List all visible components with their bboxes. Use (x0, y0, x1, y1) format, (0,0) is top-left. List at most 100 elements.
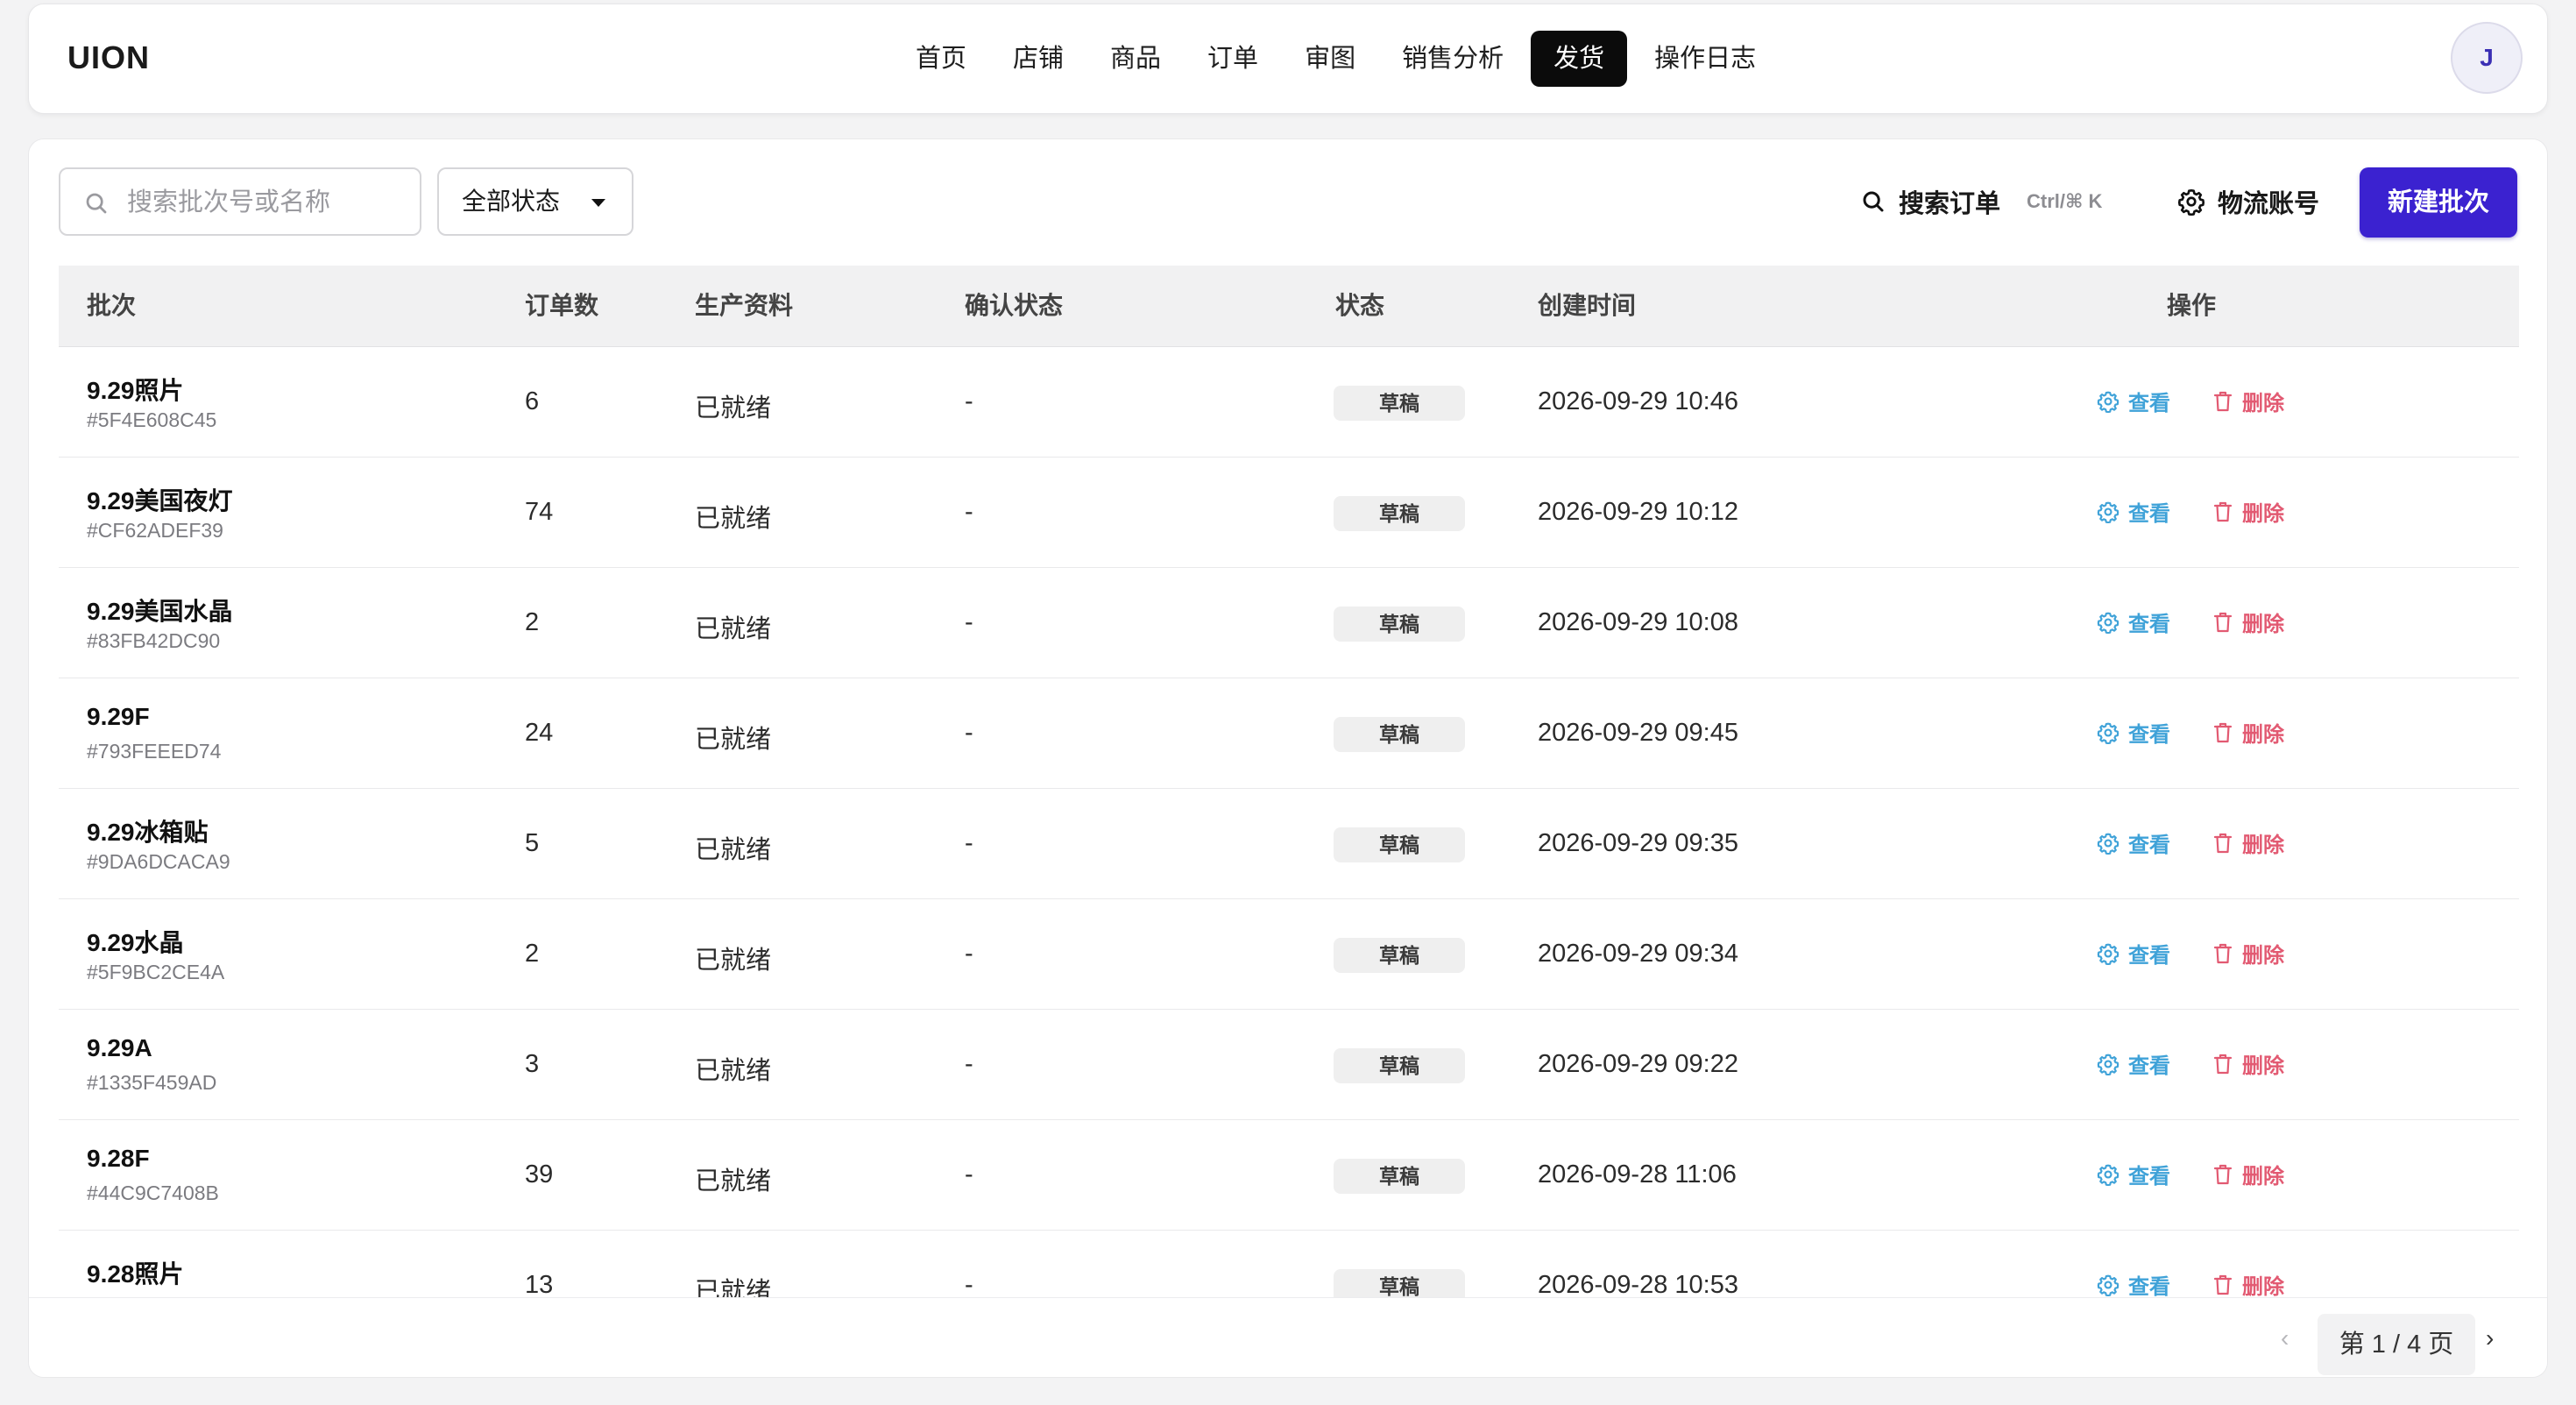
table-row[interactable]: 9.29照片 #5F4E608C45 6 已就绪 - 草稿 2026-09-29… (59, 347, 2519, 458)
nav-item[interactable]: 审图 (1285, 31, 1375, 87)
table-row[interactable]: 9.28F #44C9C7408B 39 已就绪 - 草稿 2026-09-28… (59, 1120, 2519, 1231)
trash-icon (2213, 501, 2233, 522)
table-row[interactable]: 9.29F #793FEEED74 24 已就绪 - 草稿 2026-09-29… (59, 678, 2519, 789)
view-label: 查看 (2128, 392, 2170, 415)
status-badge: 草稿 (1334, 607, 1465, 642)
delete-button[interactable]: 删除 (2212, 496, 2284, 527)
nav-item[interactable]: 店铺 (994, 31, 1083, 87)
view-label: 查看 (2128, 613, 2170, 636)
search-icon (86, 193, 107, 214)
view-label: 查看 (2128, 723, 2170, 747)
app-logo[interactable]: UION (67, 39, 150, 76)
header-confirm[interactable]: 确认状态 (965, 266, 1063, 346)
view-button[interactable]: 查看 (2097, 386, 2170, 416)
search-orders-label: 搜索订单 (1899, 190, 2001, 218)
delete-button[interactable]: 删除 (2212, 1048, 2284, 1079)
gear-icon (2177, 189, 2205, 216)
view-label: 查看 (2128, 944, 2170, 968)
header-created[interactable]: 创建时间 (1538, 266, 1636, 346)
batch-name[interactable]: 9.28照片 (87, 1255, 184, 1290)
delete-label: 删除 (2242, 1165, 2284, 1189)
nav-item[interactable]: 操作日志 (1635, 31, 1775, 87)
table-row[interactable]: 9.29美国夜灯 #CF62ADEF39 74 已就绪 - 草稿 2026-09… (59, 458, 2519, 568)
logistics-account-button[interactable]: 物流账号 (2177, 178, 2319, 225)
view-button[interactable]: 查看 (2097, 1269, 2170, 1300)
view-button[interactable]: 查看 (2097, 607, 2170, 637)
view-button[interactable]: 查看 (2097, 938, 2170, 969)
created-time: 2026-09-29 09:22 (1538, 1050, 1738, 1078)
view-button[interactable]: 查看 (2097, 1048, 2170, 1079)
nav-item[interactable]: 订单 (1188, 31, 1277, 87)
order-count: 13 (525, 1271, 554, 1299)
header-batch[interactable]: 批次 (87, 266, 136, 346)
delete-button[interactable]: 删除 (2212, 607, 2284, 637)
delete-button[interactable]: 删除 (2212, 386, 2284, 416)
status-badge: 草稿 (1334, 1269, 1465, 1300)
confirm-status: - (965, 719, 973, 747)
created-time: 2026-09-29 10:46 (1538, 387, 1738, 415)
production-status: 已就绪 (695, 1278, 772, 1300)
header-status[interactable]: 状态 (1335, 266, 1384, 346)
batch-name[interactable]: 9.29冰箱贴 (87, 813, 209, 848)
batch-id: #1335F459AD (87, 1071, 217, 1094)
trash-icon (2213, 1054, 2233, 1074)
order-count: 5 (525, 829, 540, 857)
delete-button[interactable]: 删除 (2212, 1159, 2284, 1189)
order-count: 74 (525, 498, 554, 526)
table-row[interactable]: 9.29冰箱贴 #9DA6DCACA9 5 已就绪 - 草稿 2026-09-2… (59, 789, 2519, 899)
delete-button[interactable]: 删除 (2212, 938, 2284, 969)
batch-name[interactable]: 9.28F (87, 1145, 150, 1173)
chevron-left-icon[interactable]: ‹ (2281, 1324, 2289, 1352)
new-batch-button[interactable]: 新建批次 (2360, 167, 2517, 238)
delete-label: 删除 (2242, 502, 2284, 526)
batch-search-input[interactable] (125, 181, 409, 224)
batch-name[interactable]: 9.29美国夜灯 (87, 482, 233, 517)
batch-name[interactable]: 9.29水晶 (87, 924, 184, 959)
production-status: 已就绪 (695, 836, 772, 864)
batch-search-box[interactable] (59, 167, 421, 236)
header-orders[interactable]: 订单数 (525, 266, 598, 346)
status-badge: 草稿 (1334, 1159, 1465, 1194)
chevron-right-icon[interactable]: › (2486, 1324, 2494, 1352)
confirm-status: - (965, 498, 973, 526)
table-row[interactable]: 9.28照片 13 已就绪 - 草稿 2026-09-28 10:53 查看 删… (59, 1231, 2519, 1300)
delete-button[interactable]: 删除 (2212, 827, 2284, 858)
user-avatar[interactable]: J (2451, 22, 2523, 94)
batch-name[interactable]: 9.29美国水晶 (87, 593, 233, 628)
table-row[interactable]: 9.29美国水晶 #83FB42DC90 2 已就绪 - 草稿 2026-09-… (59, 568, 2519, 678)
nav-item[interactable]: 商品 (1091, 31, 1180, 87)
order-count: 2 (525, 608, 540, 636)
delete-button[interactable]: 删除 (2212, 717, 2284, 748)
batch-name[interactable]: 9.29F (87, 703, 150, 731)
production-status: 已就绪 (695, 947, 772, 975)
shipping-batches-panel: 全部状态 搜索订单 Ctrl/⌘ K 物流账号 新建批次 批次 订单数 生产资料… (28, 138, 2548, 1378)
nav-item[interactable]: 销售分析 (1383, 31, 1523, 87)
view-button[interactable]: 查看 (2097, 717, 2170, 748)
view-button[interactable]: 查看 (2097, 496, 2170, 527)
batch-name[interactable]: 9.29A (87, 1034, 152, 1062)
status-badge: 草稿 (1334, 717, 1465, 752)
confirm-status: - (965, 1160, 973, 1189)
table-row[interactable]: 9.29水晶 #5F9BC2CE4A 2 已就绪 - 草稿 2026-09-29… (59, 899, 2519, 1010)
confirm-status: - (965, 387, 973, 415)
status-filter-select[interactable]: 全部状态 (437, 167, 633, 236)
trash-icon (2213, 943, 2233, 963)
order-count: 39 (525, 1160, 554, 1189)
order-count: 2 (525, 940, 540, 968)
delete-label: 删除 (2242, 1054, 2284, 1078)
created-time: 2026-09-29 09:35 (1538, 829, 1738, 857)
view-button[interactable]: 查看 (2097, 827, 2170, 858)
header-production[interactable]: 生产资料 (695, 266, 793, 346)
search-orders-button[interactable]: 搜索订单 Ctrl/⌘ K (1860, 178, 2102, 225)
delete-label: 删除 (2242, 723, 2284, 747)
batch-name[interactable]: 9.29照片 (87, 372, 184, 407)
gear-icon (2097, 722, 2120, 744)
nav-item[interactable]: 首页 (896, 31, 986, 87)
order-count: 3 (525, 1050, 540, 1078)
view-button[interactable]: 查看 (2097, 1159, 2170, 1189)
delete-button[interactable]: 删除 (2212, 1269, 2284, 1300)
nav-item[interactable]: 发货 (1531, 31, 1628, 87)
pagination-bar: ‹ 第 1 / 4 页 › (29, 1297, 2547, 1377)
status-badge: 草稿 (1334, 496, 1465, 531)
table-row[interactable]: 9.29A #1335F459AD 3 已就绪 - 草稿 2026-09-29 … (59, 1010, 2519, 1120)
